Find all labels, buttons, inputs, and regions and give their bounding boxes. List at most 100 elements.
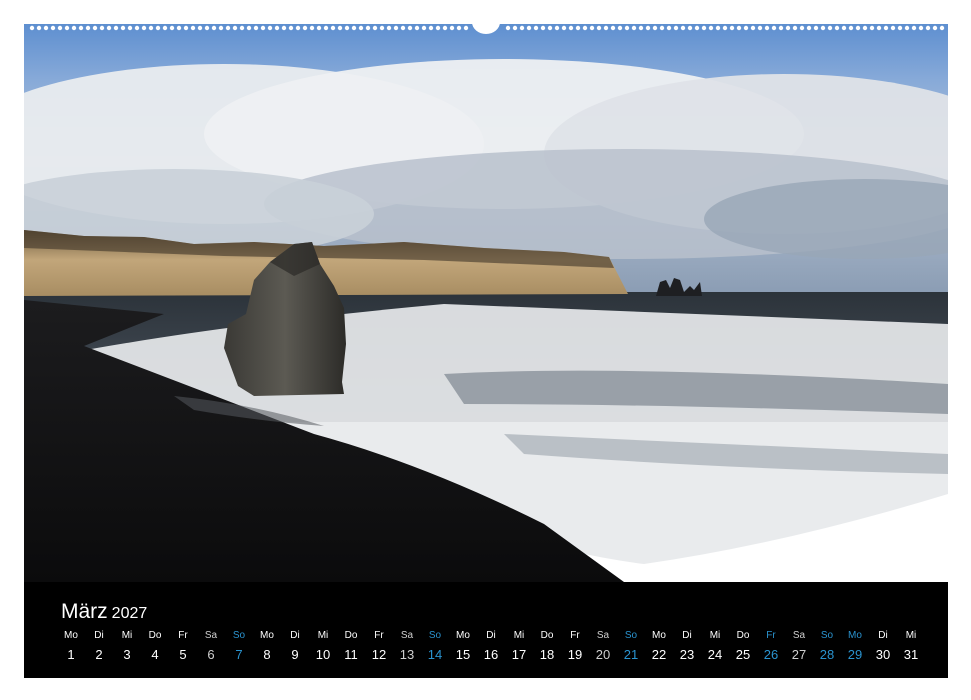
calendar-footer: März 2027 Mo 1 Di 2 Mi 3 Do 4 Fr 5 Sa 6 So 7 Mo 8 Di 9 Mi 10… bbox=[24, 582, 948, 678]
binding-hole bbox=[778, 25, 784, 31]
binding-hole bbox=[407, 25, 413, 31]
binding-hole bbox=[267, 25, 273, 31]
binding-hole bbox=[904, 25, 910, 31]
day-column: Di 30 bbox=[869, 628, 897, 666]
binding-hole bbox=[533, 25, 539, 31]
binding-hole bbox=[883, 25, 889, 31]
binding-hole bbox=[176, 25, 182, 31]
binding-hole bbox=[456, 25, 462, 31]
binding-hole bbox=[120, 25, 126, 31]
landscape-photo bbox=[24, 24, 948, 582]
binding-hole bbox=[806, 25, 812, 31]
day-column: Do 18 bbox=[533, 628, 561, 666]
binding-hole bbox=[330, 25, 336, 31]
weekday-label: So bbox=[820, 630, 834, 641]
binding-hole bbox=[421, 25, 427, 31]
day-column: Di 9 bbox=[281, 628, 309, 666]
weekday-label: Do bbox=[736, 630, 750, 641]
binding-hole bbox=[890, 25, 896, 31]
binding-hole bbox=[862, 25, 868, 31]
binding-hole bbox=[288, 25, 294, 31]
binding-hole bbox=[925, 25, 931, 31]
weekday-label: Fr bbox=[570, 630, 580, 641]
binding-hole bbox=[155, 25, 161, 31]
binding-hole bbox=[939, 25, 945, 31]
month-title: März 2027 bbox=[61, 600, 147, 624]
binding-hole bbox=[344, 25, 350, 31]
weekday-label: Mo bbox=[260, 630, 274, 641]
binding-hole bbox=[218, 25, 224, 31]
binding-hole bbox=[722, 25, 728, 31]
day-number: 22 bbox=[651, 647, 667, 662]
binding-hole bbox=[701, 25, 707, 31]
weekday-label: Sa bbox=[204, 630, 218, 641]
binding-hole bbox=[64, 25, 70, 31]
day-column: Di 2 bbox=[85, 628, 113, 666]
binding-hole bbox=[561, 25, 567, 31]
day-number: 11 bbox=[344, 647, 358, 662]
weekday-label: So bbox=[232, 630, 246, 641]
day-column: Mi 10 bbox=[309, 628, 337, 666]
day-number: 14 bbox=[427, 647, 443, 662]
binding-hole bbox=[295, 25, 301, 31]
binding-hole bbox=[666, 25, 672, 31]
day-column: Di 16 bbox=[477, 628, 505, 666]
binding-hole bbox=[435, 25, 441, 31]
weekday-label: Mo bbox=[456, 630, 470, 641]
day-number: 20 bbox=[595, 647, 611, 662]
hanger-notch bbox=[472, 22, 500, 34]
binding-hole bbox=[869, 25, 875, 31]
day-column: Fr 12 bbox=[365, 628, 393, 666]
binding-hole bbox=[638, 25, 644, 31]
binding-hole bbox=[519, 25, 525, 31]
binding-hole bbox=[365, 25, 371, 31]
day-column: So 21 bbox=[617, 628, 645, 666]
binding-hole bbox=[281, 25, 287, 31]
day-number: 18 bbox=[539, 647, 555, 662]
binding-hole bbox=[673, 25, 679, 31]
binding-hole bbox=[554, 25, 560, 31]
binding-hole bbox=[78, 25, 84, 31]
weekday-label: Di bbox=[878, 630, 888, 641]
binding-hole bbox=[680, 25, 686, 31]
binding-hole bbox=[428, 25, 434, 31]
binding-hole bbox=[582, 25, 588, 31]
binding-hole bbox=[260, 25, 266, 31]
binding-hole bbox=[512, 25, 518, 31]
day-number: 2 bbox=[95, 647, 103, 662]
binding-hole bbox=[57, 25, 63, 31]
binding-hole bbox=[855, 25, 861, 31]
day-column: Do 11 bbox=[337, 628, 365, 666]
day-column: Fr 19 bbox=[561, 628, 589, 666]
binding-hole bbox=[141, 25, 147, 31]
binding-hole bbox=[708, 25, 714, 31]
weekday-label: Sa bbox=[596, 630, 610, 641]
binding-hole bbox=[603, 25, 609, 31]
binding-hole bbox=[71, 25, 77, 31]
weekday-label: Di bbox=[94, 630, 104, 641]
weekday-label: Di bbox=[290, 630, 300, 641]
spiral-binding bbox=[24, 22, 948, 36]
binding-hole bbox=[36, 25, 42, 31]
day-column: So 28 bbox=[813, 628, 841, 666]
binding-hole bbox=[239, 25, 245, 31]
weekday-label: Sa bbox=[400, 630, 414, 641]
day-number: 27 bbox=[791, 647, 807, 662]
binding-hole bbox=[337, 25, 343, 31]
day-number: 3 bbox=[123, 647, 131, 662]
binding-hole bbox=[246, 25, 252, 31]
binding-hole bbox=[316, 25, 322, 31]
day-column: Fr 5 bbox=[169, 628, 197, 666]
binding-hole bbox=[253, 25, 259, 31]
binding-hole bbox=[652, 25, 658, 31]
day-number: 13 bbox=[399, 647, 415, 662]
photo-illustration bbox=[24, 24, 948, 582]
binding-hole bbox=[50, 25, 56, 31]
binding-hole bbox=[841, 25, 847, 31]
day-column: Mo 29 bbox=[841, 628, 869, 666]
binding-hole bbox=[932, 25, 938, 31]
weekday-label: Mi bbox=[317, 630, 329, 641]
day-column: Mi 3 bbox=[113, 628, 141, 666]
month-name: März bbox=[61, 600, 108, 623]
days-grid: Mo 1 Di 2 Mi 3 Do 4 Fr 5 Sa 6 So 7 Mo 8 Di 9 Mi 10 Do 11 Fr 12 S… bbox=[57, 628, 925, 666]
